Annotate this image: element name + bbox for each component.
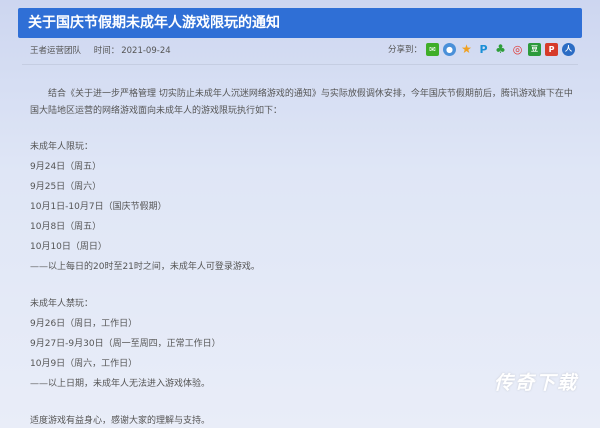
allowed-item: 9月24日（周五） (30, 162, 102, 172)
intro-paragraph: 结合《关于进一步严格管理 切实防止未成年人沉迷网络游戏的通知》与实际放假调休安排… (30, 89, 573, 116)
douban-icon[interactable]: 豆 (528, 42, 542, 56)
divider (22, 64, 578, 65)
publish-date: 2021-09-24 (121, 46, 171, 56)
banned-heading: 未成年人禁玩： (30, 299, 94, 309)
page-title: 关于国庆节假期未成年人游戏限玩的通知 (28, 15, 280, 31)
closing-text: 适度游戏有益身心，感谢大家的理解与支持。 (30, 416, 211, 426)
article-meta: 王者运营团队 时间： 2021-09-24 (30, 44, 181, 58)
person-icon[interactable]: 人 (562, 42, 576, 56)
banned-item: 9月26日（周日，工作日） (30, 319, 138, 329)
time-label: 时间： (93, 46, 120, 56)
weibo-icon[interactable]: ◎ (511, 43, 524, 56)
allowed-item: 10月1日-10月7日（国庆节假期） (30, 202, 167, 212)
allowed-item: 10月8日（周五） (30, 222, 102, 232)
star-icon[interactable]: ★ (460, 42, 473, 56)
allowed-item: 9月25日（周六） (30, 182, 102, 192)
allowed-item: 10月10日（周日） (30, 242, 107, 252)
banned-item: 9月27日-9月30日（周一至周四，正常工作日） (30, 339, 221, 349)
share-bar: 分享到： ✉ ● ★ P ♣ ◎ 豆 P 人 (388, 40, 579, 58)
share-label: 分享到： (388, 45, 423, 55)
allowed-note: ——以上每日的20时至21时之间，未成年人可登录游戏。 (30, 262, 260, 272)
watermark-logo: 传奇下载 (494, 372, 579, 394)
title-bar: 关于国庆节假期未成年人游戏限玩的通知 (18, 8, 582, 38)
qzone-icon[interactable]: ● (443, 42, 457, 56)
allowed-heading: 未成年人限玩： (30, 142, 94, 152)
clover-icon[interactable]: ♣ (494, 42, 507, 56)
wechat-icon[interactable]: ✉ (426, 42, 440, 56)
renren-icon[interactable]: P (545, 42, 559, 56)
author: 王者运营团队 (30, 46, 82, 56)
p-icon[interactable]: P (477, 43, 490, 56)
